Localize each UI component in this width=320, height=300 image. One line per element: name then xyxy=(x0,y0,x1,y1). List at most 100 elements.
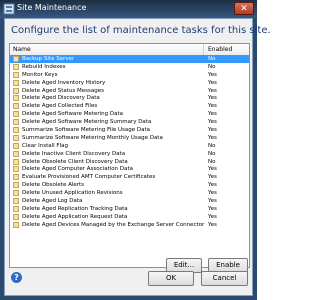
table-row[interactable]: Delete Aged Devices Managed by the Excha… xyxy=(10,221,249,229)
task-name: Delete Unused Application Revisions xyxy=(22,190,123,197)
task-name: Evaluate Provisioned AMT Computer Certif… xyxy=(22,174,156,181)
table-row[interactable]: Delete Aged Inventory History Yes xyxy=(10,79,249,87)
task-name: Delete Inactive Client Discovery Data xyxy=(22,150,126,157)
task-name: Delete Aged Computer Association Data xyxy=(22,166,133,173)
table-row[interactable]: Delete Aged Discovery Data Yes xyxy=(10,94,249,102)
table-row[interactable]: Evaluate Provisioned AMT Computer Certif… xyxy=(10,173,249,181)
task-name: Rebuild Indexes xyxy=(22,63,66,70)
task-rows: Backup Site Server No Rebuild Indexes No Mon… xyxy=(10,55,249,229)
task-name: Summarize Software Metering File Usage D… xyxy=(22,127,151,134)
maintenance-icon xyxy=(3,3,15,15)
task-icon xyxy=(13,221,19,228)
maintenance-task-list[interactable]: Name Enabled Backup Site Server No Rebuild… xyxy=(9,43,250,268)
task-icon xyxy=(13,158,19,165)
table-row[interactable]: Delete Unused Application Revisions Yes xyxy=(10,189,249,197)
task-enabled: No xyxy=(208,63,216,70)
column-header-enabled[interactable]: Enabled xyxy=(208,45,232,54)
task-enabled: Yes xyxy=(208,221,217,228)
task-enabled: No xyxy=(208,56,216,62)
task-name: Delete Aged Software Metering Summary Da… xyxy=(22,119,152,126)
task-enabled: Yes xyxy=(208,190,217,197)
task-icon xyxy=(13,198,19,205)
task-name: Delete Aged Replication Tracking Data xyxy=(22,205,128,212)
task-name: Delete Obsolete Client Discovery Data xyxy=(22,158,128,165)
task-name: Backup Site Server xyxy=(22,56,75,62)
task-name: Delete Aged Application Request Data xyxy=(22,213,128,220)
table-row[interactable]: Delete Obsolete Client Discovery Data No xyxy=(10,158,249,166)
task-name: Delete Aged Discovery Data xyxy=(22,95,100,102)
task-icon xyxy=(13,150,19,157)
task-icon xyxy=(13,95,19,102)
task-name: Delete Obsolete Alerts xyxy=(22,182,85,189)
dialog-heading: Configure the list of maintenance tasks … xyxy=(11,25,271,36)
task-enabled: No xyxy=(208,142,216,149)
task-icon xyxy=(13,213,19,220)
task-name: Monitor Keys xyxy=(22,71,58,78)
table-row[interactable]: Delete Aged Software Metering Data Yes xyxy=(10,110,249,118)
dialog-body: Configure the list of maintenance tasks … xyxy=(4,18,271,296)
table-row[interactable]: Delete Inactive Client Discovery Data No xyxy=(10,150,249,158)
task-enabled: No xyxy=(208,158,216,165)
table-row[interactable]: Delete Aged Application Request Data Yes xyxy=(10,213,249,221)
table-row[interactable]: Backup Site Server No xyxy=(10,55,249,63)
table-row[interactable]: Summarize Software Metering Monthly Usag… xyxy=(10,134,249,142)
task-icon xyxy=(13,174,19,181)
task-icon xyxy=(13,182,19,189)
task-name: Delete Aged Inventory History xyxy=(22,79,106,86)
task-enabled: Yes xyxy=(208,103,217,110)
task-icon xyxy=(13,87,19,94)
task-name: Delete Aged Collected Files xyxy=(22,103,98,110)
task-enabled: Yes xyxy=(208,95,217,102)
task-icon xyxy=(13,190,19,197)
task-icon xyxy=(13,166,19,173)
task-enabled: No xyxy=(208,150,216,157)
task-enabled: Yes xyxy=(208,127,217,134)
task-enabled: Yes xyxy=(208,213,217,220)
table-row[interactable]: Delete Aged Collected Files Yes xyxy=(10,102,249,110)
task-enabled: Yes xyxy=(208,71,217,78)
task-enabled: Yes xyxy=(208,174,217,181)
table-row[interactable]: Clear Install Flag No xyxy=(10,142,249,150)
table-row[interactable]: Monitor Keys Yes xyxy=(10,71,249,79)
ok-button[interactable]: OK xyxy=(148,271,194,286)
task-enabled: Yes xyxy=(208,198,217,205)
table-row[interactable]: Delete Obsolete Alerts Yes xyxy=(10,181,249,189)
task-name: Clear Install Flag xyxy=(22,142,68,149)
task-icon xyxy=(13,79,19,86)
task-enabled: Yes xyxy=(208,79,217,86)
task-enabled: Yes xyxy=(208,119,217,126)
task-icon xyxy=(13,71,19,78)
close-button[interactable]: ✕ xyxy=(234,2,254,15)
task-enabled: Yes xyxy=(208,205,217,212)
task-enabled: Yes xyxy=(208,134,217,141)
task-icon xyxy=(13,63,19,70)
table-row[interactable]: Summarize Software Metering File Usage D… xyxy=(10,126,249,134)
task-icon xyxy=(13,142,19,149)
task-icon xyxy=(13,127,19,134)
task-icon xyxy=(13,111,19,118)
column-header-name[interactable]: Name xyxy=(13,45,31,54)
task-icon xyxy=(13,56,19,62)
title-bar: Site Maintenance ✕ xyxy=(0,0,257,18)
cancel-button[interactable]: Cancel xyxy=(201,271,248,286)
task-enabled: Yes xyxy=(208,111,217,118)
task-enabled: Yes xyxy=(208,182,217,189)
table-row[interactable]: Rebuild Indexes No xyxy=(10,63,249,71)
help-icon[interactable]: ? xyxy=(11,272,22,283)
task-name: Summarize Software Metering Monthly Usag… xyxy=(22,134,163,141)
task-name: Delete Aged Log Data xyxy=(22,198,83,205)
column-divider[interactable] xyxy=(203,44,204,55)
task-icon xyxy=(13,119,19,126)
task-name: Delete Aged Devices Managed by the Excha… xyxy=(22,221,205,228)
task-enabled: Yes xyxy=(208,87,217,94)
task-icon xyxy=(13,134,19,141)
task-name: Delete Aged Software Metering Data xyxy=(22,111,124,118)
task-enabled: Yes xyxy=(208,166,217,173)
table-row[interactable]: Delete Aged Log Data Yes xyxy=(10,197,249,205)
site-maintenance-window: Site Maintenance ✕ Configure the list of… xyxy=(0,0,271,300)
window-title: Site Maintenance xyxy=(17,3,87,12)
table-row[interactable]: Delete Aged Replication Tracking Data Yes xyxy=(10,205,249,213)
table-row[interactable]: Delete Aged Status Messages Yes xyxy=(10,87,249,95)
table-row[interactable]: Delete Aged Software Metering Summary Da… xyxy=(10,118,249,126)
table-row[interactable]: Delete Aged Computer Association Data Yes xyxy=(10,165,249,173)
